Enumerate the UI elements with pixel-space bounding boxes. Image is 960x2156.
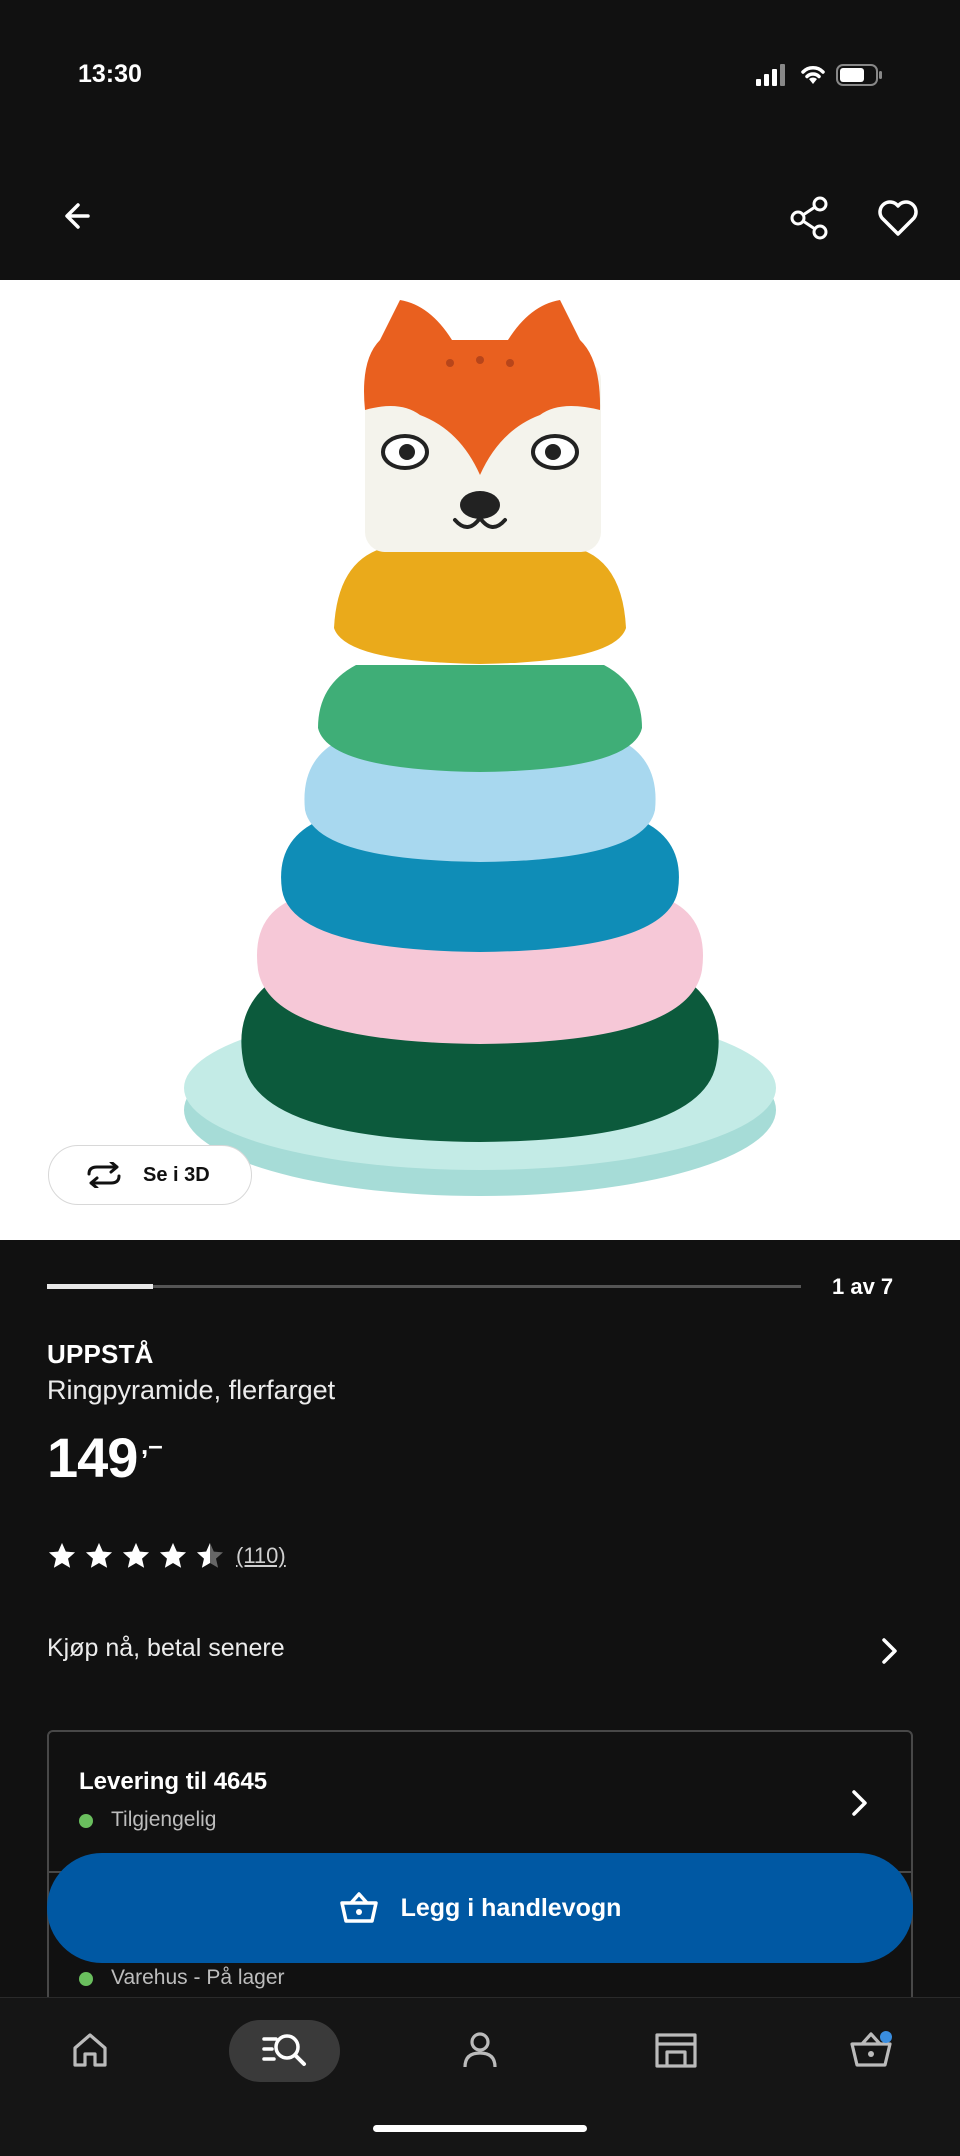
wifi-icon <box>801 66 825 84</box>
gallery-progress-fill <box>47 1284 153 1289</box>
star-full-icon <box>49 1543 75 1568</box>
status-time: 13:30 <box>78 60 142 88</box>
product-price: 149 <box>47 1426 138 1489</box>
store-status-dot <box>79 1972 93 1986</box>
product-description: Ringpyramide, flerfarget <box>47 1375 336 1405</box>
delivery-status-dot <box>79 1814 93 1828</box>
review-count-link[interactable]: (110) <box>236 1543 286 1569</box>
store-icon[interactable] <box>654 2030 698 2070</box>
cart-notification-dot <box>880 2031 892 2043</box>
price-suffix: ,– <box>141 1430 163 1460</box>
star-full-icon <box>160 1543 186 1568</box>
home-icon[interactable] <box>70 2030 110 2070</box>
product-brand: UPPSTÅ <box>47 1339 154 1369</box>
gallery-progress-track <box>47 1285 801 1288</box>
chevron-right-icon[interactable] <box>876 1636 902 1666</box>
ring-pyramid-illustration <box>184 300 776 1196</box>
add-to-cart-button[interactable]: Legg i handlevogn <box>47 1853 913 1963</box>
view-in-3d-label: Se i 3D <box>143 1163 210 1186</box>
signal-icon <box>756 64 785 86</box>
back-button[interactable] <box>58 194 102 238</box>
buy-now-pay-later-link[interactable]: Kjøp nå, betal senere <box>47 1634 285 1663</box>
store-stock-status: Varehus - På lager <box>111 1966 285 1989</box>
favorite-button[interactable] <box>874 194 922 242</box>
home-indicator <box>373 2125 587 2132</box>
rating-stars[interactable] <box>47 1541 225 1571</box>
chevron-right-icon[interactable] <box>846 1788 872 1818</box>
delivery-status: Tilgjengelig <box>111 1808 217 1831</box>
delivery-title[interactable]: Levering til 4645 <box>79 1768 267 1796</box>
battery-icon <box>836 64 882 86</box>
search-icon[interactable] <box>262 2030 308 2070</box>
share-button[interactable] <box>786 194 834 242</box>
star-full-icon <box>86 1543 112 1568</box>
add-to-cart-label: Legg i handlevogn <box>400 1893 622 1922</box>
product-image[interactable] <box>0 280 960 1240</box>
view-in-3d-button[interactable]: Se i 3D <box>48 1145 252 1205</box>
basket-icon <box>339 1892 378 1923</box>
star-half-icon <box>197 1543 223 1568</box>
star-full-icon <box>123 1543 149 1568</box>
account-icon[interactable] <box>460 2030 500 2070</box>
gallery-counter: 1 av 7 <box>832 1274 894 1299</box>
rotate-3d-icon <box>87 1162 121 1188</box>
bottom-navigation <box>0 1997 960 2156</box>
